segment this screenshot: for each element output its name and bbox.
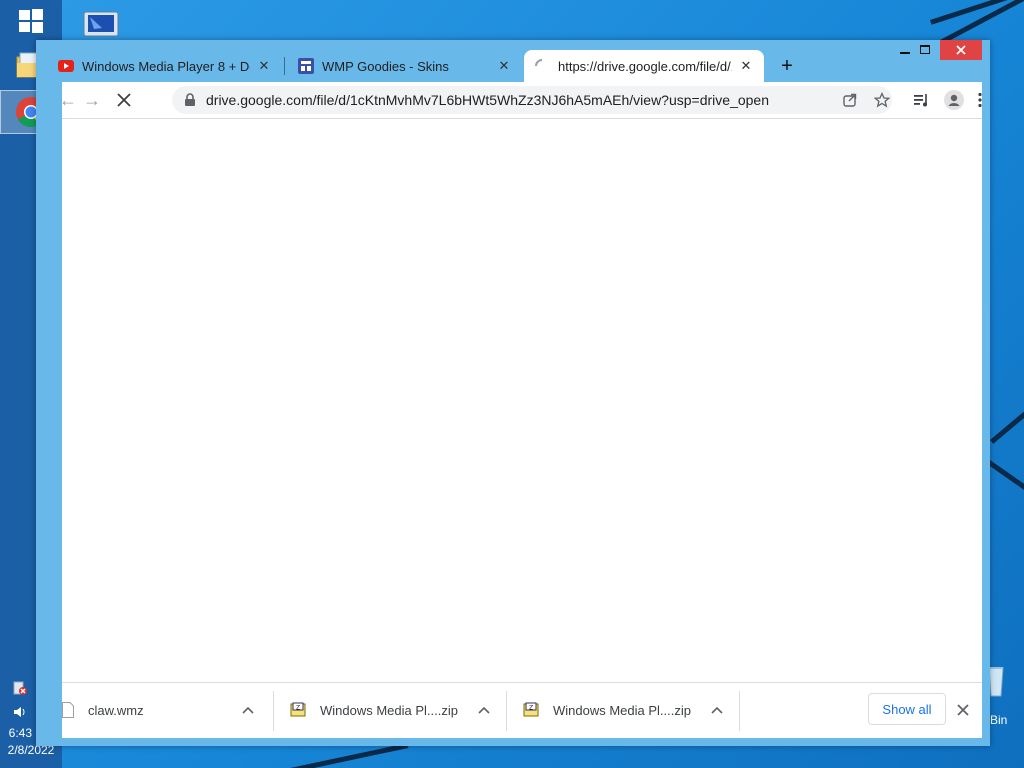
tab-close-icon[interactable]: ✕	[496, 58, 512, 74]
recycle-bin-label: Bin	[990, 713, 1008, 727]
tab-strip: Windows Media Player 8 + Doná ✕ WMP Good…	[36, 40, 990, 86]
download-item[interactable]: Z Windows Media Pl....zip	[523, 689, 733, 731]
volume-icon[interactable]	[12, 704, 28, 720]
youtube-icon	[58, 60, 74, 72]
tab-wmp-goodies[interactable]: WMP Goodies - Skins ✕	[288, 50, 522, 82]
address-url[interactable]: drive.google.com/file/d/1cKtnMvhMv7L6bHW…	[206, 92, 769, 108]
zip-archive-icon: Z	[523, 702, 539, 717]
forward-button[interactable]: →	[78, 86, 106, 114]
show-all-downloads-button[interactable]: Show all	[868, 693, 946, 725]
close-icon	[957, 704, 969, 716]
file-icon	[62, 702, 74, 718]
chevron-up-icon[interactable]	[240, 702, 256, 718]
new-tab-button[interactable]: +	[774, 53, 800, 79]
download-filename: Windows Media Pl....zip	[553, 702, 691, 718]
svg-text:Z: Z	[296, 705, 300, 712]
menu-button[interactable]	[970, 86, 990, 114]
download-shelf: claw.wmz Z Windows Media Pl....zip Z Win…	[62, 682, 982, 738]
download-item[interactable]: Z Windows Media Pl....zip	[290, 689, 500, 731]
playlist-music-icon	[914, 94, 927, 107]
tab-separator	[284, 57, 285, 75]
wallpaper-streak	[990, 388, 1024, 444]
windows-logo-icon	[19, 9, 43, 33]
tab-title: https://drive.google.com/file/d/1	[558, 58, 732, 74]
bookmark-star-icon[interactable]	[872, 90, 892, 110]
zip-archive-icon: Z	[290, 702, 306, 717]
tab-title: Windows Media Player 8 + Doná	[82, 58, 250, 74]
lock-icon[interactable]	[180, 90, 200, 110]
share-icon[interactable]	[840, 90, 860, 110]
profile-button[interactable]	[940, 86, 968, 114]
download-separator	[506, 691, 507, 731]
download-item[interactable]: claw.wmz	[62, 689, 272, 731]
browser-toolbar: ← → drive.google.com/file/d/1cKtnMvhMv7L…	[59, 82, 982, 118]
download-separator	[739, 691, 740, 731]
desktop-computer-icon[interactable]	[80, 10, 124, 40]
tab-youtube[interactable]: Windows Media Player 8 + Doná ✕	[48, 50, 282, 82]
chevron-up-icon[interactable]	[709, 702, 725, 718]
wallpaper-streak	[987, 460, 1024, 499]
wallpaper-streak	[290, 743, 409, 768]
media-control-button[interactable]	[908, 86, 936, 114]
download-separator	[273, 691, 274, 731]
tab-title: WMP Goodies - Skins	[322, 58, 449, 74]
download-filename: claw.wmz	[88, 702, 144, 718]
kebab-menu-icon	[978, 92, 982, 108]
chevron-up-icon[interactable]	[476, 702, 492, 718]
site-icon	[298, 58, 314, 74]
stop-icon	[117, 93, 131, 107]
start-button[interactable]	[0, 0, 62, 42]
tab-close-icon[interactable]: ✕	[738, 58, 754, 74]
plus-icon: +	[781, 54, 793, 77]
tab-close-icon[interactable]: ✕	[256, 58, 272, 74]
close-download-shelf-button[interactable]	[954, 701, 972, 719]
tab-google-drive[interactable]: https://drive.google.com/file/d/1 ✕	[524, 50, 764, 82]
svg-text:Z: Z	[529, 705, 533, 712]
address-bar[interactable]: drive.google.com/file/d/1cKtnMvhMv7L6bHW…	[172, 86, 892, 114]
browser-window: Windows Media Player 8 + Doná ✕ WMP Good…	[36, 40, 990, 746]
avatar-icon	[944, 90, 964, 110]
download-filename: Windows Media Pl....zip	[320, 702, 458, 718]
loading-spinner-icon	[535, 59, 543, 67]
arrow-right-icon: →	[83, 89, 101, 110]
arrow-left-icon: ←	[59, 89, 77, 110]
network-error-icon[interactable]	[12, 680, 28, 696]
stop-loading-button[interactable]	[110, 86, 138, 114]
page-content[interactable]	[62, 118, 982, 682]
